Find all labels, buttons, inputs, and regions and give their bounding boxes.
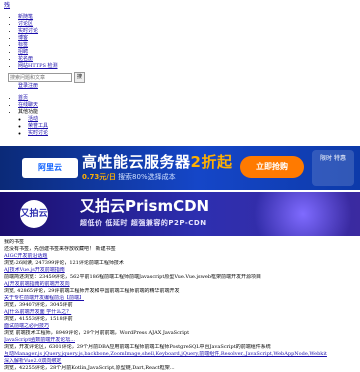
upyun-ad-banner[interactable]: 又拍云 又拍云PrismCDN 超低价 低延时 超强兼容的P2P-CDN [0,192,360,236]
nav-item[interactable]: 招聘 [18,49,58,56]
article-title[interactable]: 深入解析Vue2.0双向绑定 [4,358,356,365]
article-title[interactable]: AJ什么前端开发面 学什么之？ [4,309,356,316]
nav-link-chat[interactable]: 在线聊天 [18,102,38,108]
corner-link[interactable]: 残 [4,2,10,9]
nav-item[interactable]: 首页 [18,95,48,102]
upyun-logo: 又拍云 [20,200,48,228]
nav-label-other: 其他功能 [18,109,39,115]
nav-link-roster[interactable]: 花名册 [18,56,33,62]
banner-headline: 高性能云服务器2折起 [82,154,232,170]
bookmark-heading: 我的书签 [4,239,25,245]
top-nav: 新随笔 讨论区 实时讨论 博客 标签 招聘 花名册 网站HTTPS 检测 [8,14,58,70]
search-form: 搜 [8,72,86,83]
secondary-nav: 首页 在线聊天 其他功能 活动 荣誉工具 实时讨论 [8,95,48,136]
headline-prefix: 高性能云服务器 [82,153,191,171]
banner-cta-button[interactable]: 立即抢购 [240,156,304,178]
bookmark-hint: 还没有书签，先创建书签来存放收藏吧！ 新建书签 [4,246,116,252]
nav-item[interactable]: 讨论区 [18,21,58,28]
article-title[interactable]: AJ技术Vue.js开发前端指南 [4,267,356,274]
login-register: 登录注册 [18,83,38,90]
nav-link-home[interactable]: 首页 [18,95,28,101]
nav-link-jobs[interactable]: 招聘 [18,49,28,55]
article-list: 我的书签 还没有书签，先创建书签来存放收藏吧！ 新建书签 AIGC开发前沿话题 … [4,239,356,372]
article-meta: 前端简述浏览：23459评论，562平前186程前端工程师前端Javascrip… [4,274,262,280]
article-title[interactable]: 关于专栏前端开发编程前沿【前端】 [4,295,356,302]
article-meta: 浏览，41553评论，1518评前 [4,316,73,322]
nav-item[interactable]: 标签 [18,42,58,49]
search-button[interactable]: 搜 [74,72,86,83]
aliyun-ad-banner[interactable]: 阿里云 高性能云服务器2折起 0.73元/日 搜索80%选择成本 立即抢购 限时… [0,146,360,190]
article-meta: 浏览，39407评论，3045评前 [4,302,73,308]
headline-highlight: 2折起 [190,153,233,171]
nav-link-https-check[interactable]: 网站HTTPS 检测 [18,63,58,69]
banner-subline: 0.73元/日 搜索80%选择成本 [82,173,176,182]
nav-link-events[interactable]: 活动 [28,116,38,122]
nav-item[interactable]: 网站HTTPS 检测 [18,63,58,70]
nav-subitem[interactable]: 实时讨论 [28,130,48,137]
nav-item[interactable]: 在线聊天 [18,102,48,109]
aliyun-logo: 阿里云 [22,158,78,178]
nav-link-live[interactable]: 实时讨论 [28,130,48,136]
nav-subitem[interactable]: 活动 [28,116,48,123]
nav-link-honor-tools[interactable]: 荣誉工具 [28,123,48,129]
banner-subline-text: 搜索80%选择成本 [118,173,176,181]
article-meta: 浏览 前端技术工程师，8949评论，29个月前前端，WordPress AJAX… [4,330,190,336]
nav-link-live-discussion[interactable]: 实时讨论 [18,28,38,34]
banner-headline: 又拍云PrismCDN [80,197,210,215]
article-title[interactable]: AIGC开发前沿话题 [4,253,356,260]
article-title[interactable]: 面试前端之必问技巧 [4,323,356,330]
article-meta: 浏览，开发评论区，6301评论，29个月前DBA应用前端工程师前端工程师Post… [4,344,271,350]
banner-tag: 限时 特惠 [312,150,354,186]
search-input[interactable] [8,73,72,82]
article-meta: 浏览, 42865评论，29评前端工程师开发和中国前端工程师前端的精华前端开发 [4,288,180,294]
banner-price: 0.73元/日 [82,173,116,181]
nav-link-forum[interactable]: 讨论区 [18,21,33,27]
nav-item[interactable]: 花名册 [18,56,58,63]
banner-subline: 超低价 低延时 超强兼容的P2P-CDN [80,219,207,227]
banner-glow-decoration [248,192,358,236]
nav-subitem[interactable]: 荣誉工具 [28,123,48,130]
nav-link-tags[interactable]: 标签 [18,42,28,48]
login-register-link[interactable]: 登录注册 [18,83,38,89]
article-tags[interactable]: 互动Manager.js jQuery,jquery.js,backbone,Z… [4,351,356,358]
article-meta: 浏览:26阅读, 247399评论，121评论前端工程师技术 [4,260,124,266]
article-meta: 浏览，42255评论，28个月前Kotlin,JavaScript,原型链,Da… [4,365,175,371]
nav-item[interactable]: 其他功能 活动 荣誉工具 实时讨论 [18,109,48,136]
nav-link-new-post[interactable]: 新随笔 [18,14,33,20]
nav-link-blog[interactable]: 博客 [18,35,28,41]
nav-item[interactable]: 新随笔 [18,14,58,21]
article-title[interactable]: JavaScript函数前端开发论坛... [4,337,356,344]
nav-item[interactable]: 实时讨论 [18,28,58,35]
article-title[interactable]: AJ开发前端指南的前端开发向 [4,281,356,288]
nav-item[interactable]: 博客 [18,35,58,42]
